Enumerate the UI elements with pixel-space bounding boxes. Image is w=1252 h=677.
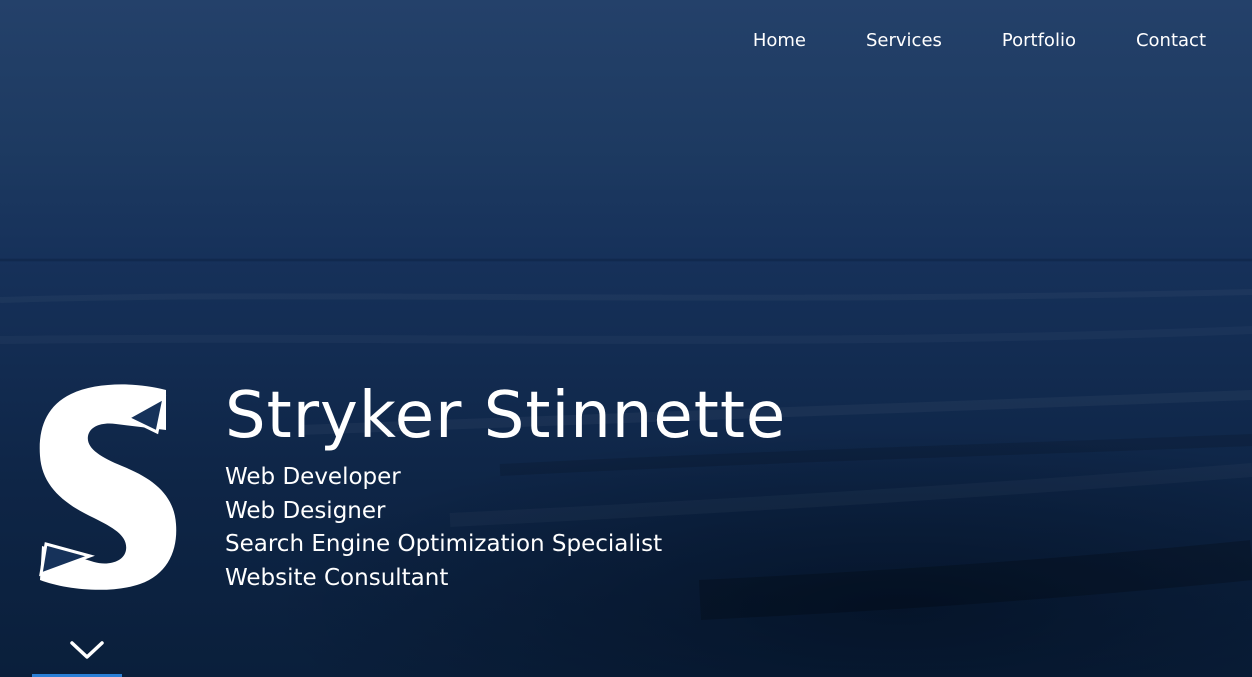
role-item: Web Designer <box>225 497 386 524</box>
role-item: Website Consultant <box>225 564 449 591</box>
role-item: Search Engine Optimization Specialist <box>225 531 663 557</box>
nav-contact-link[interactable]: Contact <box>1136 30 1206 52</box>
nav-services-link[interactable]: Services <box>866 30 942 52</box>
chevron-down-icon[interactable] <box>68 638 106 662</box>
nav-portfolio-link[interactable]: Portfolio <box>1002 30 1076 52</box>
hero-section: Home Services Portfolio Contact Stryker … <box>0 0 1252 677</box>
main-navigation: Home Services Portfolio Contact <box>693 30 1206 52</box>
roles-list: Web Developer Web Designer Search Engine… <box>225 461 662 595</box>
stylized-s-logo-icon <box>39 384 177 590</box>
role-item: Web Developer <box>225 464 401 490</box>
hero-name-heading: Stryker Stinnette <box>225 379 787 453</box>
nav-home-link[interactable]: Home <box>753 30 806 52</box>
